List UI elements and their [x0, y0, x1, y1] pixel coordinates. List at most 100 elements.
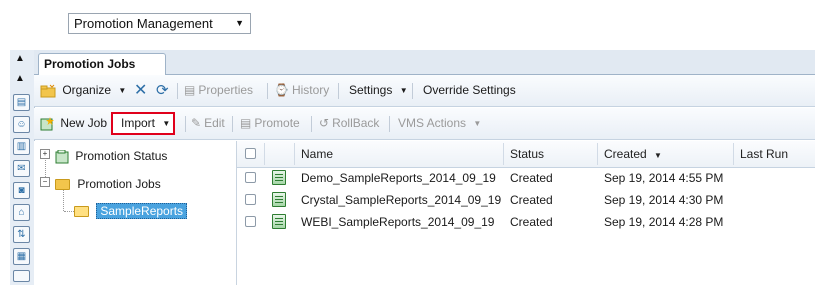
- inbox-icon[interactable]: ✉: [13, 160, 30, 177]
- column-separator: [503, 143, 504, 165]
- actions-toolbar: New Job Import ▼ ✎ Edit ▤ Promote ↺ RollBac…: [34, 108, 815, 140]
- toolbar-separator: [389, 116, 390, 132]
- cell-created: Sep 19, 2014 4:30 PM: [604, 193, 724, 207]
- sort-descending-icon: ▼: [654, 151, 662, 160]
- properties-icon: ▤: [184, 83, 196, 98]
- tree-item-label: Promotion Status: [75, 149, 168, 163]
- history-label: History: [291, 83, 330, 97]
- row-checkbox[interactable]: [245, 172, 256, 183]
- toolbar-separator: [185, 116, 186, 132]
- chevron-down-icon: ▼: [473, 119, 482, 129]
- column-header-status[interactable]: Status: [510, 141, 544, 167]
- chevron-down-icon: ▼: [399, 86, 408, 96]
- jobs-table: Name Status Created ▼ Last Run Demo_Samp…: [237, 141, 815, 285]
- folders-icon[interactable]: ▤: [13, 94, 30, 111]
- open-folder-icon: [74, 206, 89, 218]
- calendar-icon[interactable]: ▦: [13, 248, 30, 265]
- table-row[interactable]: Crystal_SampleReports_2014_09_19 Created…: [237, 189, 815, 211]
- organize-folder-icon: [40, 84, 56, 98]
- settings-button[interactable]: Settings ▼: [349, 75, 408, 106]
- scroll-up-icon[interactable]: ▲: [15, 74, 25, 84]
- toolbar-separator: [338, 83, 339, 99]
- select-all-checkbox[interactable]: [245, 148, 256, 159]
- chevron-down-icon: ▼: [118, 86, 127, 96]
- promote-icon: ▤: [240, 116, 252, 131]
- override-settings-button[interactable]: Override Settings: [423, 75, 516, 106]
- job-icon: [272, 170, 286, 185]
- users-icon[interactable]: ☺: [13, 116, 30, 133]
- toolbar-separator: [412, 83, 413, 99]
- promote-label: Promote: [254, 116, 300, 130]
- chevron-down-icon: ▼: [162, 119, 171, 129]
- new-job-button[interactable]: New Job: [40, 108, 107, 139]
- job-icon: [272, 214, 286, 229]
- column-header-name[interactable]: Name: [301, 141, 333, 167]
- cell-created: Sep 19, 2014 4:28 PM: [604, 215, 724, 229]
- header: Promotion Management ▼: [0, 0, 815, 47]
- vms-actions-label: VMS Actions: [398, 116, 467, 130]
- organize-label: Organize: [62, 83, 112, 97]
- table-row[interactable]: Demo_SampleReports_2014_09_19 Created Se…: [237, 167, 815, 189]
- delete-icon[interactable]: ✕: [134, 75, 147, 106]
- vms-actions-button[interactable]: VMS Actions ▼: [398, 108, 481, 139]
- history-icon: ⌚: [274, 83, 289, 98]
- tree-item-label: SampleReports: [96, 203, 188, 219]
- rollback-label: RollBack: [332, 116, 380, 130]
- refresh-icon[interactable]: ⟳: [156, 75, 169, 106]
- collapse-icon[interactable]: −: [40, 177, 50, 187]
- connections-icon[interactable]: ⇅: [13, 226, 30, 243]
- rollback-button[interactable]: ↺ RollBack: [319, 108, 379, 139]
- column-separator: [294, 143, 295, 165]
- cell-name[interactable]: Crystal_SampleReports_2014_09_19: [301, 189, 501, 211]
- more-icon[interactable]: [13, 270, 30, 282]
- import-button[interactable]: Import ▼: [121, 108, 170, 139]
- row-checkbox[interactable]: [245, 194, 256, 205]
- folder-tree: + Promotion Status − Promotion Jobs Samp…: [34, 141, 237, 285]
- promotion-status-icon: [55, 149, 69, 164]
- tree-item-promotion-jobs[interactable]: Promotion Jobs: [55, 176, 161, 192]
- pencil-icon: ✎: [191, 116, 202, 131]
- organize-button[interactable]: Organize ▼: [40, 75, 126, 106]
- rollback-icon: ↺: [319, 116, 330, 131]
- edit-button[interactable]: ✎ Edit: [191, 108, 225, 139]
- column-separator: [733, 143, 734, 165]
- tree-item-label: Promotion Jobs: [77, 177, 161, 191]
- toolbar-separator: [232, 116, 233, 132]
- job-icon: [272, 192, 286, 207]
- cell-name[interactable]: WEBI_SampleReports_2014_09_19: [301, 211, 494, 233]
- cell-name[interactable]: Demo_SampleReports_2014_09_19: [301, 167, 496, 189]
- left-rail: ▲ ▲ ▤ ☺ ▥ ✉ ◙ ⌂ ⇅ ▦: [10, 50, 35, 285]
- application-select-value: Promotion Management: [74, 16, 213, 31]
- application-select[interactable]: Promotion Management ▼: [68, 13, 251, 34]
- expand-icon[interactable]: +: [40, 149, 50, 159]
- new-job-icon: [40, 116, 54, 131]
- tree-item-sample-reports[interactable]: SampleReports: [74, 203, 188, 219]
- column-header-created[interactable]: Created ▼: [604, 141, 662, 167]
- tree-item-promotion-status[interactable]: Promotion Status: [55, 148, 167, 164]
- promote-button[interactable]: ▤ Promote: [240, 108, 300, 139]
- toolbar-separator: [311, 116, 312, 132]
- cell-status: Created: [510, 171, 553, 185]
- properties-label: Properties: [198, 83, 254, 97]
- servers-icon[interactable]: ▥: [13, 138, 30, 155]
- history-button[interactable]: ⌚ History: [274, 75, 329, 106]
- database-icon[interactable]: ◙: [13, 182, 30, 199]
- tab-promotion-jobs[interactable]: Promotion Jobs: [38, 53, 166, 75]
- cell-status: Created: [510, 215, 553, 229]
- table-header: Name Status Created ▼ Last Run: [237, 141, 815, 168]
- column-separator: [264, 143, 265, 165]
- row-checkbox[interactable]: [245, 216, 256, 227]
- tree-connector: [63, 189, 64, 211]
- network-icon[interactable]: ⌂: [13, 204, 30, 221]
- import-label: Import: [121, 116, 156, 130]
- toolbar-separator: [267, 83, 268, 99]
- settings-label: Settings: [349, 83, 393, 97]
- collapse-up-icon[interactable]: ▲: [15, 54, 25, 64]
- cell-created: Sep 19, 2014 4:55 PM: [604, 171, 724, 185]
- new-job-label: New Job: [60, 116, 108, 130]
- table-row[interactable]: WEBI_SampleReports_2014_09_19 Created Se…: [237, 211, 815, 233]
- toolbar-separator: [177, 83, 178, 99]
- column-header-last-run[interactable]: Last Run: [740, 141, 788, 167]
- folder-icon: [55, 179, 70, 191]
- properties-button[interactable]: ▤ Properties: [184, 75, 253, 106]
